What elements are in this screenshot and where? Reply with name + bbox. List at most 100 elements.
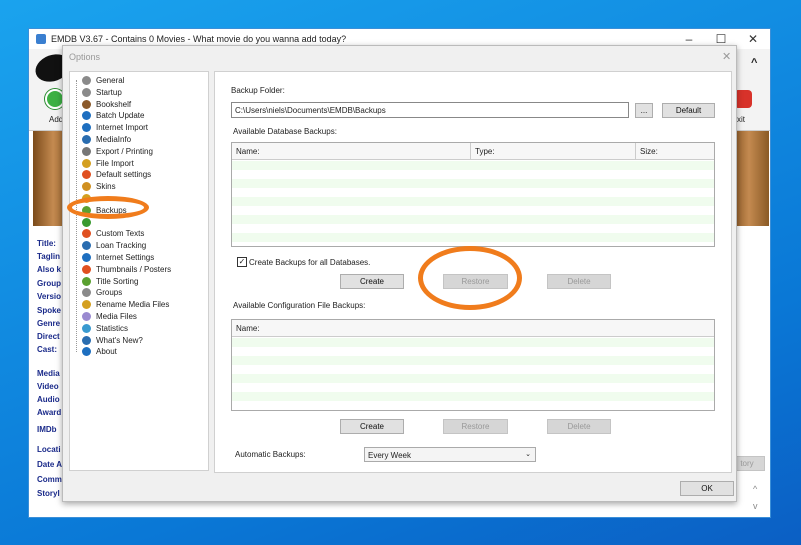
dialog-title: Options — [69, 52, 101, 62]
field-label: Genre — [37, 319, 61, 328]
maximize-button[interactable]: ☐ — [711, 32, 731, 46]
db-create-button[interactable]: Create — [340, 274, 404, 289]
tree-item-label: Statistics — [96, 323, 129, 333]
tree-item-icon — [82, 347, 91, 357]
tree-item-icon — [82, 312, 91, 321]
db-backups-label: Available Database Backups: — [233, 127, 337, 136]
tree-item-label: Internet Settings — [96, 253, 155, 262]
auto-backups-select[interactable]: Every Week ⌄ — [364, 447, 536, 462]
tree-item-icon — [82, 182, 91, 192]
db-backups-table[interactable]: Name: Type: Size: — [231, 142, 715, 247]
tree-item-icon — [82, 241, 91, 251]
tree-item-label: What's New? — [96, 335, 143, 345]
backup-folder-input[interactable]: C:\Users\niels\Documents\EMDB\Backups — [231, 102, 629, 118]
field-label: Audio — [37, 395, 60, 404]
tree-item[interactable]: Groups — [82, 287, 122, 298]
backup-folder-label: Backup Folder: — [231, 86, 285, 95]
tree-item-icon — [82, 111, 91, 121]
tree-item-icon — [82, 253, 91, 262]
app-icon — [36, 34, 46, 44]
field-label: IMDb — [37, 425, 57, 434]
tree-item[interactable]: MediaInfo — [82, 134, 131, 145]
tree-item-label: Custom Texts — [96, 229, 145, 239]
tree-item-label: Loan Tracking — [96, 241, 147, 251]
tree-item[interactable]: Rename Media Files — [82, 299, 169, 310]
field-label: Direct — [37, 332, 60, 341]
tree-item-icon — [82, 123, 91, 133]
tree-item-icon — [82, 335, 91, 345]
field-label: Cast: — [37, 345, 58, 354]
scroll-up-icon[interactable]: ^ — [753, 484, 757, 494]
tree-line — [76, 80, 77, 352]
tree-item[interactable]: Media Files — [82, 311, 137, 322]
config-backups-label: Available Configuration File Backups: — [233, 301, 366, 310]
field-label: Media — [37, 369, 60, 378]
config-create-button[interactable]: Create — [340, 419, 404, 434]
tree-item-icon — [82, 276, 91, 286]
tree-item[interactable]: Export / Printing — [82, 146, 153, 157]
field-label: Award — [37, 408, 62, 417]
field-label: Versio — [37, 292, 62, 301]
tree-item[interactable]: Title Sorting — [82, 276, 138, 287]
tree-item[interactable]: Internet Settings — [82, 252, 154, 263]
default-button[interactable]: Default — [662, 103, 715, 118]
tree-item[interactable]: Custom Texts — [82, 228, 144, 239]
tree-item[interactable]: File Import — [82, 158, 134, 169]
exit-label[interactable]: xit — [737, 115, 745, 124]
tree-item[interactable]: Skins — [82, 181, 116, 192]
close-button[interactable]: ✕ — [743, 32, 763, 46]
config-delete-button[interactable]: Delete — [547, 419, 611, 434]
tree-item[interactable]: Batch Update — [82, 110, 144, 121]
tree-item-label: Groups — [96, 288, 123, 298]
field-label: Date A — [37, 460, 63, 469]
window-title: EMDB V3.67 - Contains 0 Movies - What mo… — [51, 34, 347, 44]
tree-item-label: Default settings — [96, 170, 152, 180]
tree-item[interactable]: General — [82, 75, 124, 86]
tree-item[interactable]: Startup — [82, 87, 122, 98]
tree-item-label: MediaInfo — [96, 135, 132, 144]
tree-item[interactable]: Loan Tracking — [82, 240, 146, 251]
dialog-close-button[interactable]: ✕ — [722, 50, 731, 63]
db-delete-button[interactable]: Delete — [547, 274, 611, 289]
tree-item[interactable]: Bookshelf — [82, 99, 131, 110]
config-backups-table[interactable]: Name: — [231, 319, 715, 411]
chevron-down-icon: ⌄ — [525, 451, 531, 458]
ok-button[interactable]: OK — [680, 481, 734, 496]
tree-item-label: Thumbnails / Posters — [96, 264, 172, 274]
tree-item[interactable]: Default settings — [82, 169, 151, 180]
tree-item-icon — [82, 323, 91, 333]
tree-item-icon — [82, 217, 91, 227]
tree-item-icon — [82, 158, 91, 168]
tree-item[interactable]: What's New? — [82, 335, 143, 346]
tree-item-icon — [82, 300, 91, 310]
tree-item[interactable]: Internet Import — [82, 122, 148, 133]
field-label: Group — [37, 279, 61, 288]
minimize-button[interactable]: – — [679, 32, 699, 46]
options-dialog: Options ✕ General Startup Bookshelf Batch U… — [62, 45, 737, 502]
column-size[interactable]: Size: — [636, 143, 714, 160]
tree-item-icon — [82, 146, 91, 156]
auto-backups-value: Every Week — [368, 451, 411, 460]
column-type[interactable]: Type: — [471, 143, 636, 160]
field-label: Spoke — [37, 306, 62, 315]
tree-item[interactable]: Thumbnails / Posters — [82, 264, 171, 275]
tree-item[interactable]: About — [82, 346, 117, 357]
tree-item-label: Export / Printing — [96, 146, 153, 156]
tree-item-label: Batch Update — [96, 111, 145, 121]
column-name[interactable]: Name: — [232, 143, 471, 160]
scroll-down-icon[interactable]: v — [753, 501, 758, 511]
field-label: Title: — [37, 239, 56, 248]
tree-item-icon — [82, 170, 91, 180]
tree-item-label: Title Sorting — [96, 276, 139, 286]
tree-item[interactable]: Statistics — [82, 323, 128, 334]
config-restore-button[interactable]: Restore — [443, 419, 508, 434]
tree-item-label: Bookshelf — [96, 99, 132, 109]
tree-item-icon — [82, 76, 91, 85]
column-name[interactable]: Name: — [232, 320, 714, 337]
collapse-icon[interactable]: ^ — [751, 57, 757, 69]
create-all-checkbox[interactable]: ✓ — [237, 257, 247, 267]
tree-item-icon — [82, 264, 91, 274]
tree-item-icon — [82, 99, 91, 109]
create-all-label[interactable]: Create Backups for all Databases. — [249, 258, 370, 267]
browse-button[interactable]: ... — [635, 103, 653, 118]
